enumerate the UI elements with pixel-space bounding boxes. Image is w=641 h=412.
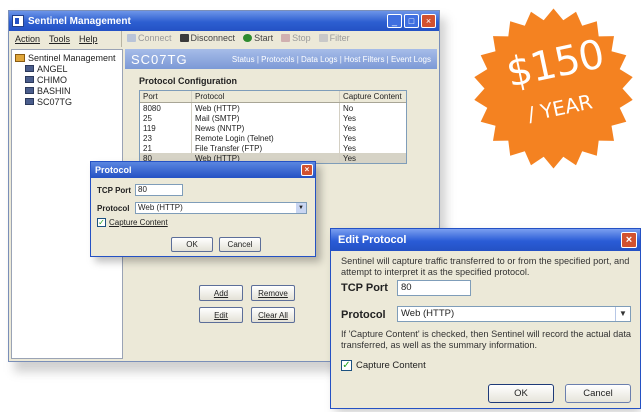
disconnect-button[interactable]: Disconnect (179, 33, 235, 43)
table-header: Port Protocol Capture Content (140, 91, 406, 103)
protocol-label: Protocol (97, 204, 130, 213)
menu-tools[interactable]: Tools (49, 34, 70, 44)
host-header: SC07TG Status | Protocols | Data Logs | … (125, 49, 437, 69)
menu-help[interactable]: Help (79, 34, 98, 44)
main-titlebar[interactable]: Sentinel Management _ □ × (9, 11, 439, 31)
tcp-port-input[interactable]: 80 (397, 280, 471, 296)
toolbar-separator (121, 31, 122, 47)
column-protocol[interactable]: Protocol (192, 91, 340, 102)
clear-all-button[interactable]: Clear All (251, 307, 295, 323)
protocol-label: Protocol (341, 309, 386, 321)
tcp-port-label: TCP Port (341, 282, 388, 294)
table-row[interactable]: 119 News (NNTP) Yes (140, 123, 406, 133)
protocol-table: Port Protocol Capture Content 8080 Web (… (139, 90, 407, 164)
minimize-button[interactable]: _ (387, 14, 402, 28)
tree-root[interactable]: Sentinel Management (15, 52, 119, 63)
protocol-select[interactable]: Web (HTTP) ▼ (135, 202, 307, 214)
computer-icon (25, 65, 34, 72)
start-icon (243, 34, 253, 42)
check-icon: ✓ (97, 218, 106, 227)
start-button[interactable]: Start (243, 33, 273, 43)
edit-dialog-intro: Sentinel will capture traffic transferre… (341, 256, 630, 277)
protocol-dialog-title: Protocol (95, 165, 132, 175)
menu-action[interactable]: Action (15, 34, 40, 44)
connect-button[interactable]: Connect (127, 33, 172, 43)
close-button[interactable]: × (421, 14, 436, 28)
table-row[interactable]: 23 Remote Login (Telnet) Yes (140, 133, 406, 143)
tcp-port-input[interactable]: 80 (135, 184, 183, 196)
stop-button[interactable]: Stop (281, 33, 311, 43)
computer-icon (25, 98, 34, 105)
table-row[interactable]: 25 Mail (SMTP) Yes (140, 113, 406, 123)
edit-cancel-button[interactable]: Cancel (565, 384, 631, 403)
filter-icon (318, 34, 328, 42)
tree-item-host[interactable]: BASHIN (15, 85, 119, 96)
computer-icon (25, 76, 34, 83)
table-row[interactable]: 21 File Transfer (FTP) Yes (140, 143, 406, 153)
protocol-select[interactable]: Web (HTTP) ▼ (397, 306, 631, 322)
edit-dialog-titlebar[interactable]: Edit Protocol × (331, 229, 640, 251)
add-button[interactable]: Add (199, 285, 243, 301)
capture-content-checkbox[interactable]: ✓ Capture Content (341, 360, 426, 371)
table-row[interactable]: 8080 Web (HTTP) No (140, 103, 406, 113)
chevron-down-icon[interactable]: ▼ (615, 307, 630, 321)
column-capture[interactable]: Capture Content (340, 91, 406, 102)
edit-protocol-dialog: Edit Protocol × Sentinel will capture tr… (330, 228, 641, 409)
maximize-button[interactable]: □ (404, 14, 419, 28)
protocol-dialog-titlebar[interactable]: Protocol × (91, 162, 315, 178)
toolbar: Connect Disconnect Start Stop Filter (127, 33, 350, 43)
tree-item-host[interactable]: SC07TG (15, 96, 119, 107)
protocol-dialog: Protocol × TCP Port 80 Protocol Web (HTT… (90, 161, 316, 257)
app-icon (12, 15, 24, 27)
folder-icon (15, 53, 25, 62)
stop-icon (281, 34, 291, 42)
edit-button[interactable]: Edit (199, 307, 243, 323)
column-port[interactable]: Port (140, 91, 192, 102)
remove-button[interactable]: Remove (251, 285, 295, 301)
host-name: SC07TG (131, 51, 188, 67)
close-icon[interactable]: × (301, 164, 313, 176)
computer-icon (25, 87, 34, 94)
protocol-ok-button[interactable]: OK (171, 237, 213, 252)
disconnect-icon (179, 34, 189, 42)
main-window-title: Sentinel Management (28, 15, 131, 27)
tcp-port-label: TCP Port (97, 186, 132, 195)
edit-ok-button[interactable]: OK (488, 384, 554, 403)
chevron-down-icon[interactable]: ▼ (296, 203, 306, 213)
edit-dialog-title: Edit Protocol (338, 234, 407, 246)
filter-button[interactable]: Filter (318, 33, 350, 43)
capture-content-checkbox[interactable]: ✓ Capture Content (97, 218, 168, 227)
connect-icon (127, 34, 136, 42)
tree-item-host[interactable]: CHIMO (15, 74, 119, 85)
tree-item-host[interactable]: ANGEL (15, 63, 119, 74)
check-icon: ✓ (341, 360, 352, 371)
close-icon[interactable]: × (621, 232, 637, 248)
section-title: Protocol Configuration (139, 76, 237, 86)
protocol-cancel-button[interactable]: Cancel (219, 237, 261, 252)
host-nav-links[interactable]: Status | Protocols | Data Logs | Host Fi… (232, 55, 431, 64)
edit-dialog-note: If 'Capture Content' is checked, then Se… (341, 329, 632, 350)
